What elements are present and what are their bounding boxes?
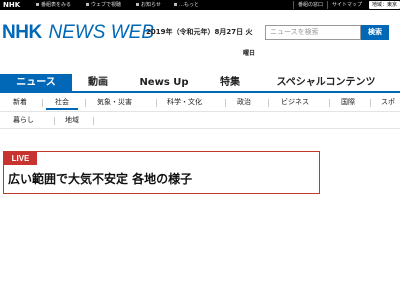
- link-sitemap[interactable]: サイトマップ: [326, 1, 366, 9]
- link-program-guide[interactable]: 番組表をみる: [36, 2, 71, 8]
- current-date: 2019年（令和元年）8月27日 火: [146, 28, 253, 36]
- live-news-card[interactable]: LIVE 広い範囲で大気不安定 各地の様子: [3, 151, 320, 194]
- tab-special-contents[interactable]: スペシャルコンテンツ: [256, 74, 396, 91]
- category-society[interactable]: 社会: [46, 96, 78, 110]
- category-nav-row2: 暮らし 地域: [0, 114, 400, 128]
- live-badge: LIVE: [4, 152, 37, 165]
- divider: [370, 99, 371, 107]
- link-notices[interactable]: お知らせ: [136, 2, 161, 8]
- tab-news-up[interactable]: News Up: [124, 74, 204, 91]
- logo-news-web: NEWS WEB: [48, 22, 155, 43]
- divider: [85, 99, 86, 107]
- divider: [54, 117, 55, 125]
- main-nav: ニュース 動画 News Up 特集 スペシャルコンテンツ: [0, 74, 400, 91]
- logo-nhk: NHK: [2, 22, 42, 43]
- nav-underline: [0, 91, 400, 93]
- current-weekday: 曜日: [243, 50, 256, 57]
- link-program-window[interactable]: 番組の窓口: [292, 1, 327, 9]
- category-regional[interactable]: 地域: [65, 114, 79, 126]
- nhk-mini-logo[interactable]: NHK: [3, 1, 20, 9]
- bullet-icon: [86, 3, 89, 6]
- bullet-icon: [136, 3, 139, 6]
- category-divider: [0, 128, 400, 129]
- divider: [93, 117, 94, 125]
- category-latest[interactable]: 新着: [13, 96, 27, 108]
- link-web-viewing[interactable]: ウェブで視聴: [86, 2, 121, 8]
- category-science-culture[interactable]: 科学・文化: [167, 96, 202, 108]
- divider: [329, 99, 330, 107]
- tab-news[interactable]: ニュース: [0, 74, 72, 91]
- search-button[interactable]: 検索: [361, 25, 389, 40]
- live-headline[interactable]: 広い範囲で大気不安定 各地の様子: [8, 170, 192, 187]
- search-input[interactable]: ニュースを検索: [265, 25, 361, 40]
- category-politics[interactable]: 政治: [237, 96, 251, 108]
- divider: [268, 99, 269, 107]
- category-sports[interactable]: スポ: [381, 96, 395, 108]
- category-divider: [0, 111, 400, 112]
- region-select[interactable]: 地域：東京: [368, 1, 400, 9]
- bullet-icon: [174, 3, 177, 6]
- top-utility-bar: NHK 番組表をみる ウェブで視聴 お知らせ …もっと 番組の窓口 サイトマップ…: [0, 0, 400, 10]
- divider: [42, 99, 43, 107]
- bullet-icon: [36, 3, 39, 6]
- category-living[interactable]: 暮らし: [13, 114, 34, 126]
- divider: [156, 99, 157, 107]
- category-business[interactable]: ビジネス: [281, 96, 309, 108]
- nhk-news-web-logo[interactable]: NHK NEWS WEB: [2, 22, 154, 44]
- link-more[interactable]: …もっと: [174, 2, 199, 8]
- category-weather-disaster[interactable]: 気象・災害: [97, 96, 132, 108]
- divider: [225, 99, 226, 107]
- topbar-right-links: 番組の窓口 サイトマップ 地域：東京: [292, 1, 400, 9]
- category-nav-row1: 新着 社会 気象・災害 科学・文化 政治 ビジネス 国際 スポ: [0, 96, 400, 110]
- tab-video[interactable]: 動画: [72, 74, 124, 91]
- tab-features[interactable]: 特集: [204, 74, 256, 91]
- category-international[interactable]: 国際: [341, 96, 355, 108]
